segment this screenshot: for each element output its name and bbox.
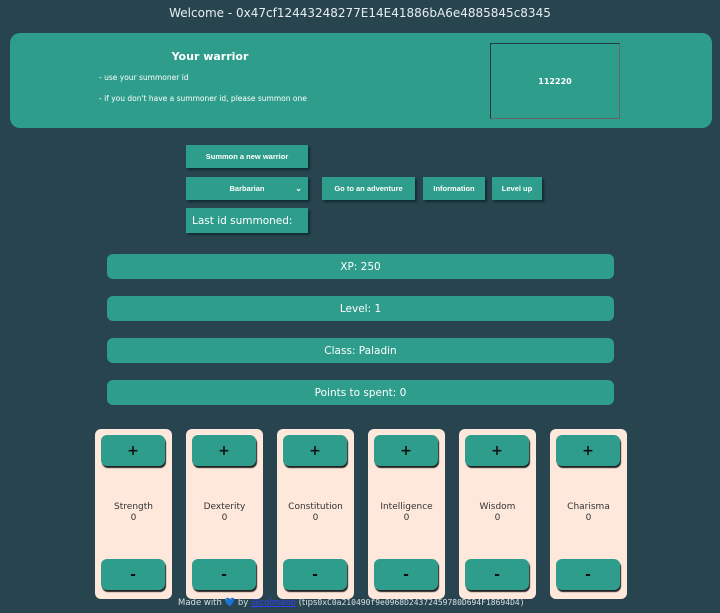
points-bar: Points to spent: 0 <box>107 380 614 405</box>
stat-info: Intelligence 0 <box>368 502 445 524</box>
footer-text: by <box>237 598 249 608</box>
footer: Made with 💙 by @colmano (tips0xC0a210490… <box>178 598 525 608</box>
class-select-value: Barbarian <box>229 184 265 193</box>
stat-name: Constitution <box>288 502 343 512</box>
class-bar: Class: Paladin <box>107 338 614 363</box>
decrease-button[interactable]: - <box>101 559 165 590</box>
stat-info: Wisdom 0 <box>459 502 536 524</box>
stat-card-intelligence: + Intelligence 0 - <box>368 429 445 599</box>
decrease-button[interactable]: - <box>192 559 256 590</box>
stat-card-dexterity: + Dexterity 0 - <box>186 429 263 599</box>
stat-name: Strength <box>114 502 153 512</box>
stat-card-charisma: + Charisma 0 - <box>550 429 627 599</box>
increase-button[interactable]: + <box>556 435 620 466</box>
hint-text: - use your summoner id <box>99 73 189 82</box>
welcome-text: Welcome - 0x47cf12443248277E14E41886bA6e… <box>169 6 551 20</box>
chevron-down-icon: ⌄ <box>295 184 302 193</box>
increase-button[interactable]: + <box>465 435 529 466</box>
stat-info: Strength 0 <box>95 502 172 524</box>
information-button[interactable]: Information <box>423 177 485 200</box>
summon-button[interactable]: Summon a new warrior <box>186 145 308 168</box>
hint-text: - if you don't have a summoner id, pleas… <box>99 94 307 103</box>
panel-title: Your warrior <box>171 50 249 63</box>
summoner-id-box: 112220 <box>490 43 620 119</box>
footer-text: (tips <box>298 598 318 608</box>
footer-text: Made with <box>178 598 222 608</box>
level-up-button[interactable]: Level up <box>492 177 542 200</box>
stat-name: Intelligence <box>380 502 433 512</box>
stat-card-strength: + Strength 0 - <box>95 429 172 599</box>
stat-value: 0 <box>221 513 228 523</box>
stat-info: Charisma 0 <box>550 502 627 524</box>
stat-name: Charisma <box>567 502 610 512</box>
stat-value: 0 <box>312 513 319 523</box>
stat-value: 0 <box>494 513 501 523</box>
decrease-button[interactable]: - <box>465 559 529 590</box>
decrease-button[interactable]: - <box>374 559 438 590</box>
class-select[interactable]: Barbarian ⌄ <box>186 177 308 200</box>
increase-button[interactable]: + <box>101 435 165 466</box>
stat-info: Constitution 0 <box>277 502 354 524</box>
increase-button[interactable]: + <box>374 435 438 466</box>
tips-address: 0xC0a210490f9e0968D24372459780D694F18694… <box>317 598 525 607</box>
adventure-button[interactable]: Go to an adventure <box>322 177 415 200</box>
decrease-button[interactable]: - <box>556 559 620 590</box>
last-id-field: Last id summoned: <box>186 208 308 233</box>
stat-name: Wisdom <box>479 502 516 512</box>
xp-bar: XP: 250 <box>107 254 614 279</box>
stat-value: 0 <box>585 513 592 523</box>
stat-card-wisdom: + Wisdom 0 - <box>459 429 536 599</box>
increase-button[interactable]: + <box>192 435 256 466</box>
stat-info: Dexterity 0 <box>186 502 263 524</box>
stat-card-constitution: + Constitution 0 - <box>277 429 354 599</box>
stat-name: Dexterity <box>203 502 246 512</box>
decrease-button[interactable]: - <box>283 559 347 590</box>
increase-button[interactable]: + <box>283 435 347 466</box>
stat-value: 0 <box>403 513 410 523</box>
level-bar: Level: 1 <box>107 296 614 321</box>
author-link[interactable]: @colmano <box>251 598 296 608</box>
heart-icon: 💙 <box>224 598 236 608</box>
stat-value: 0 <box>130 513 137 523</box>
